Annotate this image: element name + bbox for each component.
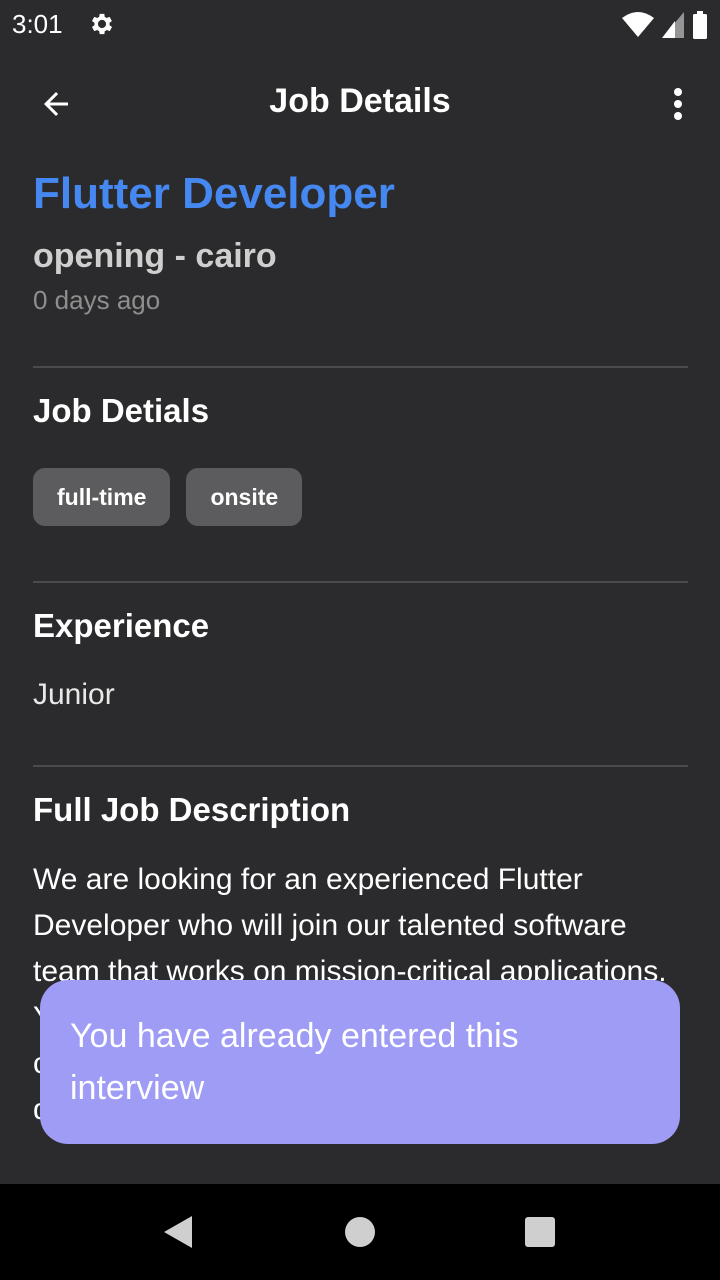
description-heading: Full Job Description [33, 791, 351, 828]
job-type-chips: full-time onsite [33, 468, 688, 526]
nav-home-icon[interactable] [345, 1217, 375, 1247]
divider [33, 366, 688, 368]
system-nav-bar [0, 1184, 720, 1280]
nav-recents-icon[interactable] [525, 1217, 555, 1247]
divider [33, 581, 688, 583]
job-posted-date: 0 days ago [33, 285, 161, 315]
nav-back-icon[interactable] [160, 1214, 194, 1250]
wifi-icon [622, 12, 654, 37]
experience-heading: Experience [33, 607, 210, 644]
job-location: opening - cairo [33, 237, 277, 275]
more-vert-icon [674, 88, 682, 120]
signal-icon [662, 12, 684, 38]
chip-full-time[interactable]: full-time [33, 468, 171, 526]
page-title: Job Details [269, 82, 451, 120]
status-time: 3:01 [12, 9, 63, 39]
chip-onsite[interactable]: onsite [186, 468, 303, 526]
status-icons [622, 10, 708, 40]
status-bar: 3:01 [0, 0, 720, 50]
job-title: Flutter Developer [33, 169, 395, 218]
divider [33, 765, 688, 767]
settings-icon [91, 13, 113, 35]
more-options-button[interactable] [666, 82, 690, 126]
battery-icon [693, 11, 707, 39]
toast-message: You have already entered this interview [40, 980, 680, 1144]
app-bar: Job Details [0, 50, 720, 158]
job-details-heading: Job Detials [33, 392, 210, 429]
experience-value: Junior [33, 678, 115, 711]
